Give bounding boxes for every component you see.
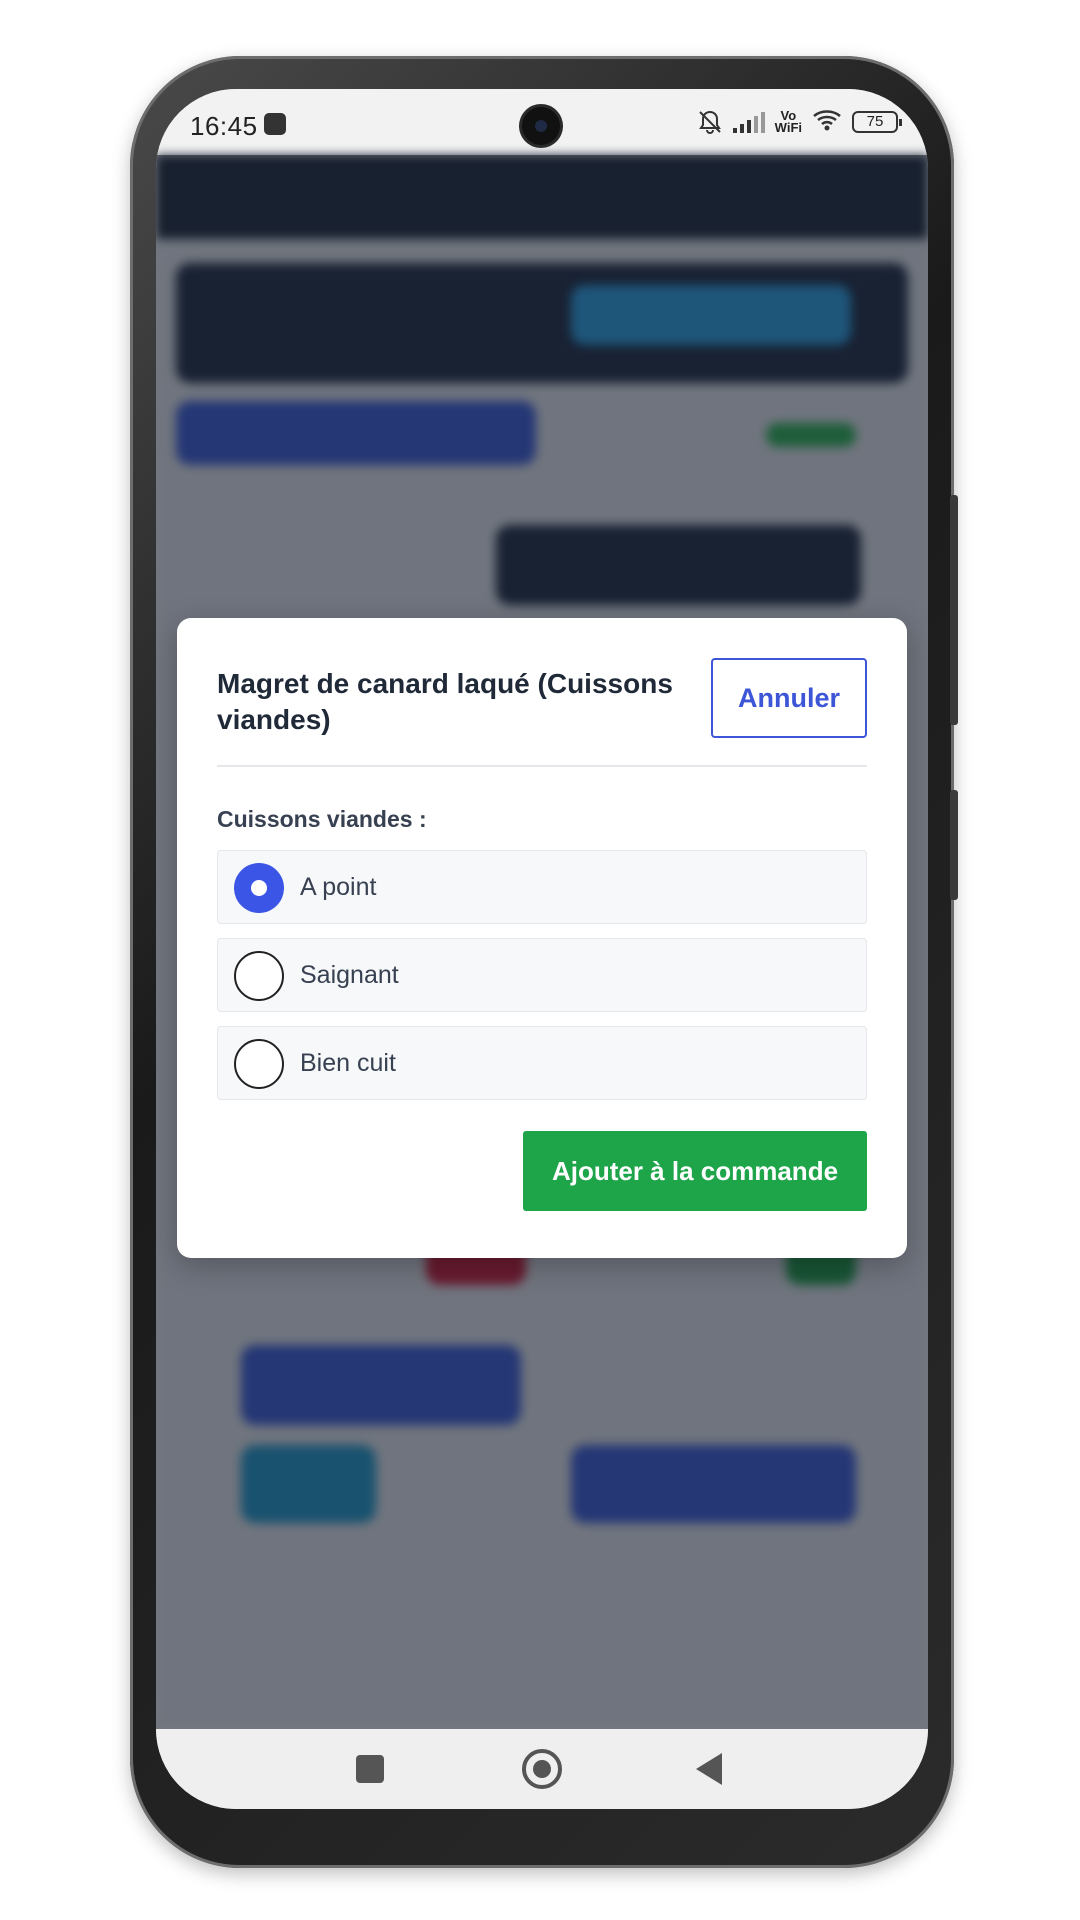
option-bien-cuit[interactable]: Bien cuit xyxy=(217,1026,867,1100)
divider xyxy=(217,765,867,767)
power-button xyxy=(950,790,958,900)
option-saignant[interactable]: Saignant xyxy=(217,938,867,1012)
option-a-point[interactable]: A point xyxy=(217,850,867,924)
back-icon[interactable] xyxy=(696,1753,722,1785)
radio-checked-icon[interactable] xyxy=(234,863,284,913)
home-icon[interactable] xyxy=(522,1749,562,1789)
status-icons: Vo WiFi 75 xyxy=(697,107,902,137)
notifications-off-icon xyxy=(697,109,723,135)
option-label: Bien cuit xyxy=(300,1048,396,1077)
radio-unchecked-icon[interactable] xyxy=(234,1039,284,1089)
wifi-icon xyxy=(812,108,842,137)
status-time: 16:45 xyxy=(190,111,258,141)
status-bar: 16:45 Vo WiFi 75 xyxy=(156,89,928,155)
dialog-title: Magret de canard laqué (Cuissons viandes… xyxy=(217,668,673,735)
vowifi-icon: Vo WiFi xyxy=(774,108,802,135)
signal-icon xyxy=(732,111,765,133)
add-to-order-button[interactable]: Ajouter à la commande xyxy=(523,1131,867,1211)
cooking-options-dialog: Magret de canard laqué (Cuissons viandes… xyxy=(177,618,907,1258)
section-label: Cuissons viandes : xyxy=(217,806,427,832)
battery-icon: 75 xyxy=(852,111,902,133)
volume-button xyxy=(950,495,958,725)
recents-icon[interactable] xyxy=(356,1755,384,1783)
front-camera xyxy=(522,107,560,145)
radio-unchecked-icon[interactable] xyxy=(234,951,284,1001)
option-label: A point xyxy=(300,872,377,901)
option-label: Saignant xyxy=(300,960,399,989)
cancel-button[interactable]: Annuler xyxy=(711,658,867,738)
navigation-bar xyxy=(156,1729,928,1809)
screen: 16:45 Vo WiFi 75 Magret de canard laqué … xyxy=(156,89,928,1809)
notification-icon xyxy=(264,113,286,135)
